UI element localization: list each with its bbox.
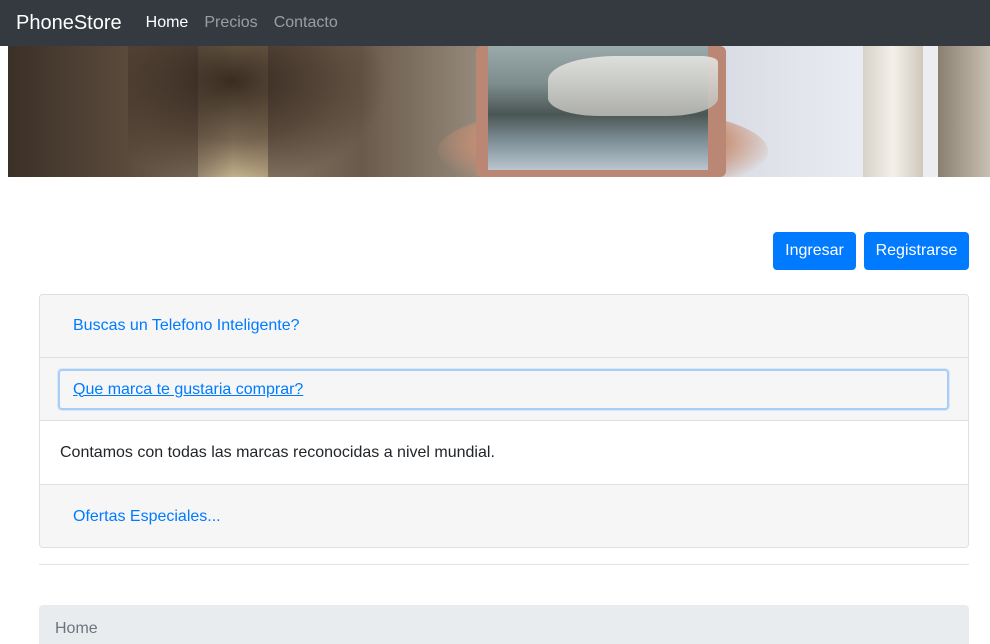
- register-button[interactable]: Registrarse: [864, 232, 969, 270]
- accordion-body-brand: Contamos con todas las marcas reconocida…: [40, 421, 968, 485]
- accordion-body-text: Contamos con todas las marcas reconocida…: [60, 443, 495, 461]
- accordion-toggle-offers[interactable]: Ofertas Especiales...: [73, 508, 221, 526]
- hero-banner-image: [8, 46, 990, 177]
- brand-logo-link[interactable]: PhoneStore: [16, 12, 122, 35]
- accordion-toggle-brand[interactable]: Que marca te gustaria comprar?: [73, 381, 303, 399]
- breadcrumb-current: Home: [55, 620, 98, 637]
- section-divider: [39, 564, 969, 565]
- accordion-toggle-smartphone[interactable]: Buscas un Telefono Inteligente?: [73, 317, 300, 335]
- breadcrumb: Home: [39, 605, 969, 644]
- nav-link-precios[interactable]: Precios: [204, 14, 257, 32]
- accordion-header-brand: Que marca te gustaria comprar?: [40, 358, 968, 421]
- accordion-header-smartphone: Buscas un Telefono Inteligente?: [40, 295, 968, 358]
- accordion-header-offers: Ofertas Especiales...: [40, 485, 968, 547]
- focused-toggle-outline: Que marca te gustaria comprar?: [58, 369, 949, 410]
- login-button[interactable]: Ingresar: [773, 232, 856, 270]
- top-navbar: PhoneStore Home Precios Contacto: [0, 0, 990, 46]
- nav-link-contacto[interactable]: Contacto: [274, 14, 338, 32]
- nav-link-home[interactable]: Home: [146, 14, 189, 32]
- faq-accordion: Buscas un Telefono Inteligente? Que marc…: [39, 294, 969, 548]
